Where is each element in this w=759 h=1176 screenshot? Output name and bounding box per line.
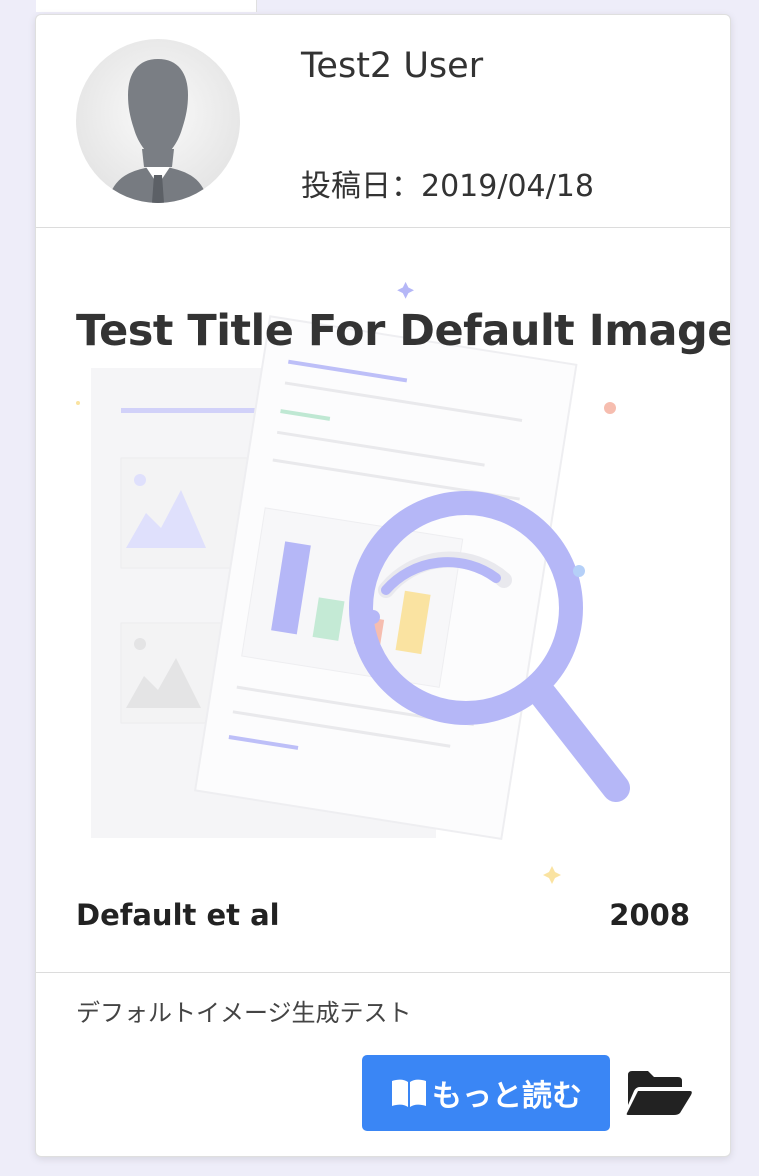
- paper-author: Default et al: [76, 898, 280, 932]
- card-footer: デフォルトイメージ生成テスト もっと読む: [36, 973, 730, 1156]
- paper-card: Test2 User 投稿日：2019/04/18 Test Title For…: [35, 14, 731, 1157]
- read-more-label: もっと読む: [432, 1079, 582, 1114]
- user-name: Test2 User: [301, 46, 484, 86]
- folder-open-icon: [626, 1071, 692, 1115]
- previous-card-edge: [36, 0, 257, 12]
- paper-title[interactable]: Test Title For Default Images: [76, 306, 730, 356]
- paper-year: 2008: [609, 898, 690, 932]
- folder-button[interactable]: [624, 1067, 694, 1119]
- card-header: Test2 User 投稿日：2019/04/18: [36, 15, 730, 228]
- paper-description: デフォルトイメージ生成テスト: [76, 999, 412, 1027]
- avatar: [76, 39, 240, 203]
- read-more-button[interactable]: もっと読む: [362, 1055, 610, 1131]
- card-body[interactable]: Test Title For Default Images Default et…: [36, 228, 730, 973]
- post-date: 投稿日：2019/04/18: [301, 169, 594, 204]
- default-user-avatar-icon: [108, 59, 208, 203]
- open-book-icon: [392, 1079, 426, 1107]
